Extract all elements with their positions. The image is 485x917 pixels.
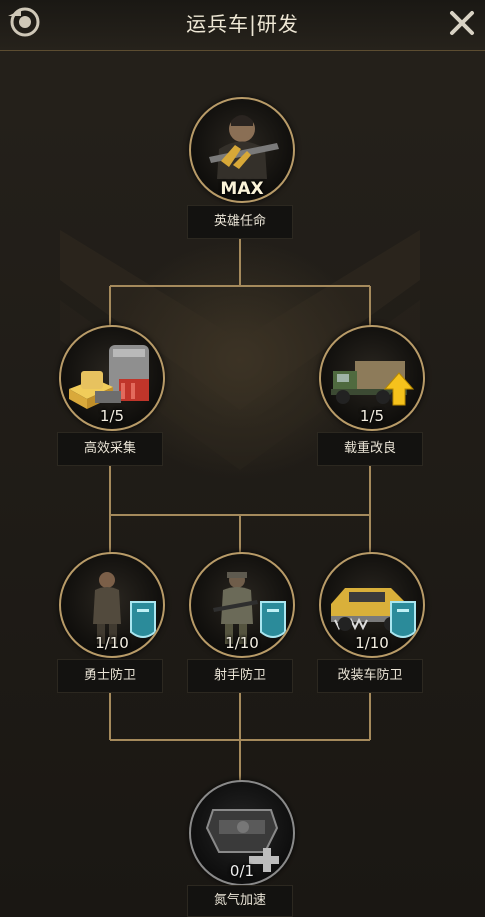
node-level: 1/5	[99, 407, 125, 425]
node-label: 勇士防卫	[57, 659, 163, 693]
node-icon-frame[interactable]: 1/5	[319, 325, 425, 431]
node-label: 改装车防卫	[317, 659, 423, 693]
node-label: 高效采集	[57, 432, 163, 466]
node-level: 1/10	[95, 634, 129, 652]
node-level: MAX	[220, 179, 264, 199]
node-icon-frame[interactable]: 1/5	[59, 325, 165, 431]
node-icon-frame[interactable]: 1/10	[59, 552, 165, 658]
research-node-modified-vehicle-defense[interactable]: 1/10 改装车防卫	[317, 552, 429, 693]
research-node-nitro-boost[interactable]: 0/1 氮气加速	[187, 780, 299, 917]
node-icon-frame[interactable]: 0/1	[189, 780, 295, 886]
node-label: 英雄任命	[187, 205, 293, 239]
node-label: 氮气加速	[187, 885, 293, 917]
node-icon-frame[interactable]: 1/10	[189, 552, 295, 658]
research-node-shooter-defense[interactable]: 1/10 射手防卫	[187, 552, 299, 693]
research-node-hero-appointment[interactable]: MAX 英雄任命	[187, 97, 299, 239]
node-level: 1/5	[359, 407, 385, 425]
research-node-load-improvement[interactable]: 1/5 载重改良	[317, 325, 429, 466]
research-node-efficient-gathering[interactable]: 1/5 高效采集	[57, 325, 169, 466]
node-icon-frame[interactable]: 1/10	[319, 552, 425, 658]
node-level: 0/1	[229, 862, 255, 880]
node-label: 射手防卫	[187, 659, 293, 693]
node-level: 1/10	[355, 634, 389, 652]
node-icon-frame[interactable]: MAX	[189, 97, 295, 203]
research-node-warrior-defense[interactable]: 1/10 勇士防卫	[57, 552, 169, 693]
node-label: 载重改良	[317, 432, 423, 466]
node-level: 1/10	[225, 634, 259, 652]
